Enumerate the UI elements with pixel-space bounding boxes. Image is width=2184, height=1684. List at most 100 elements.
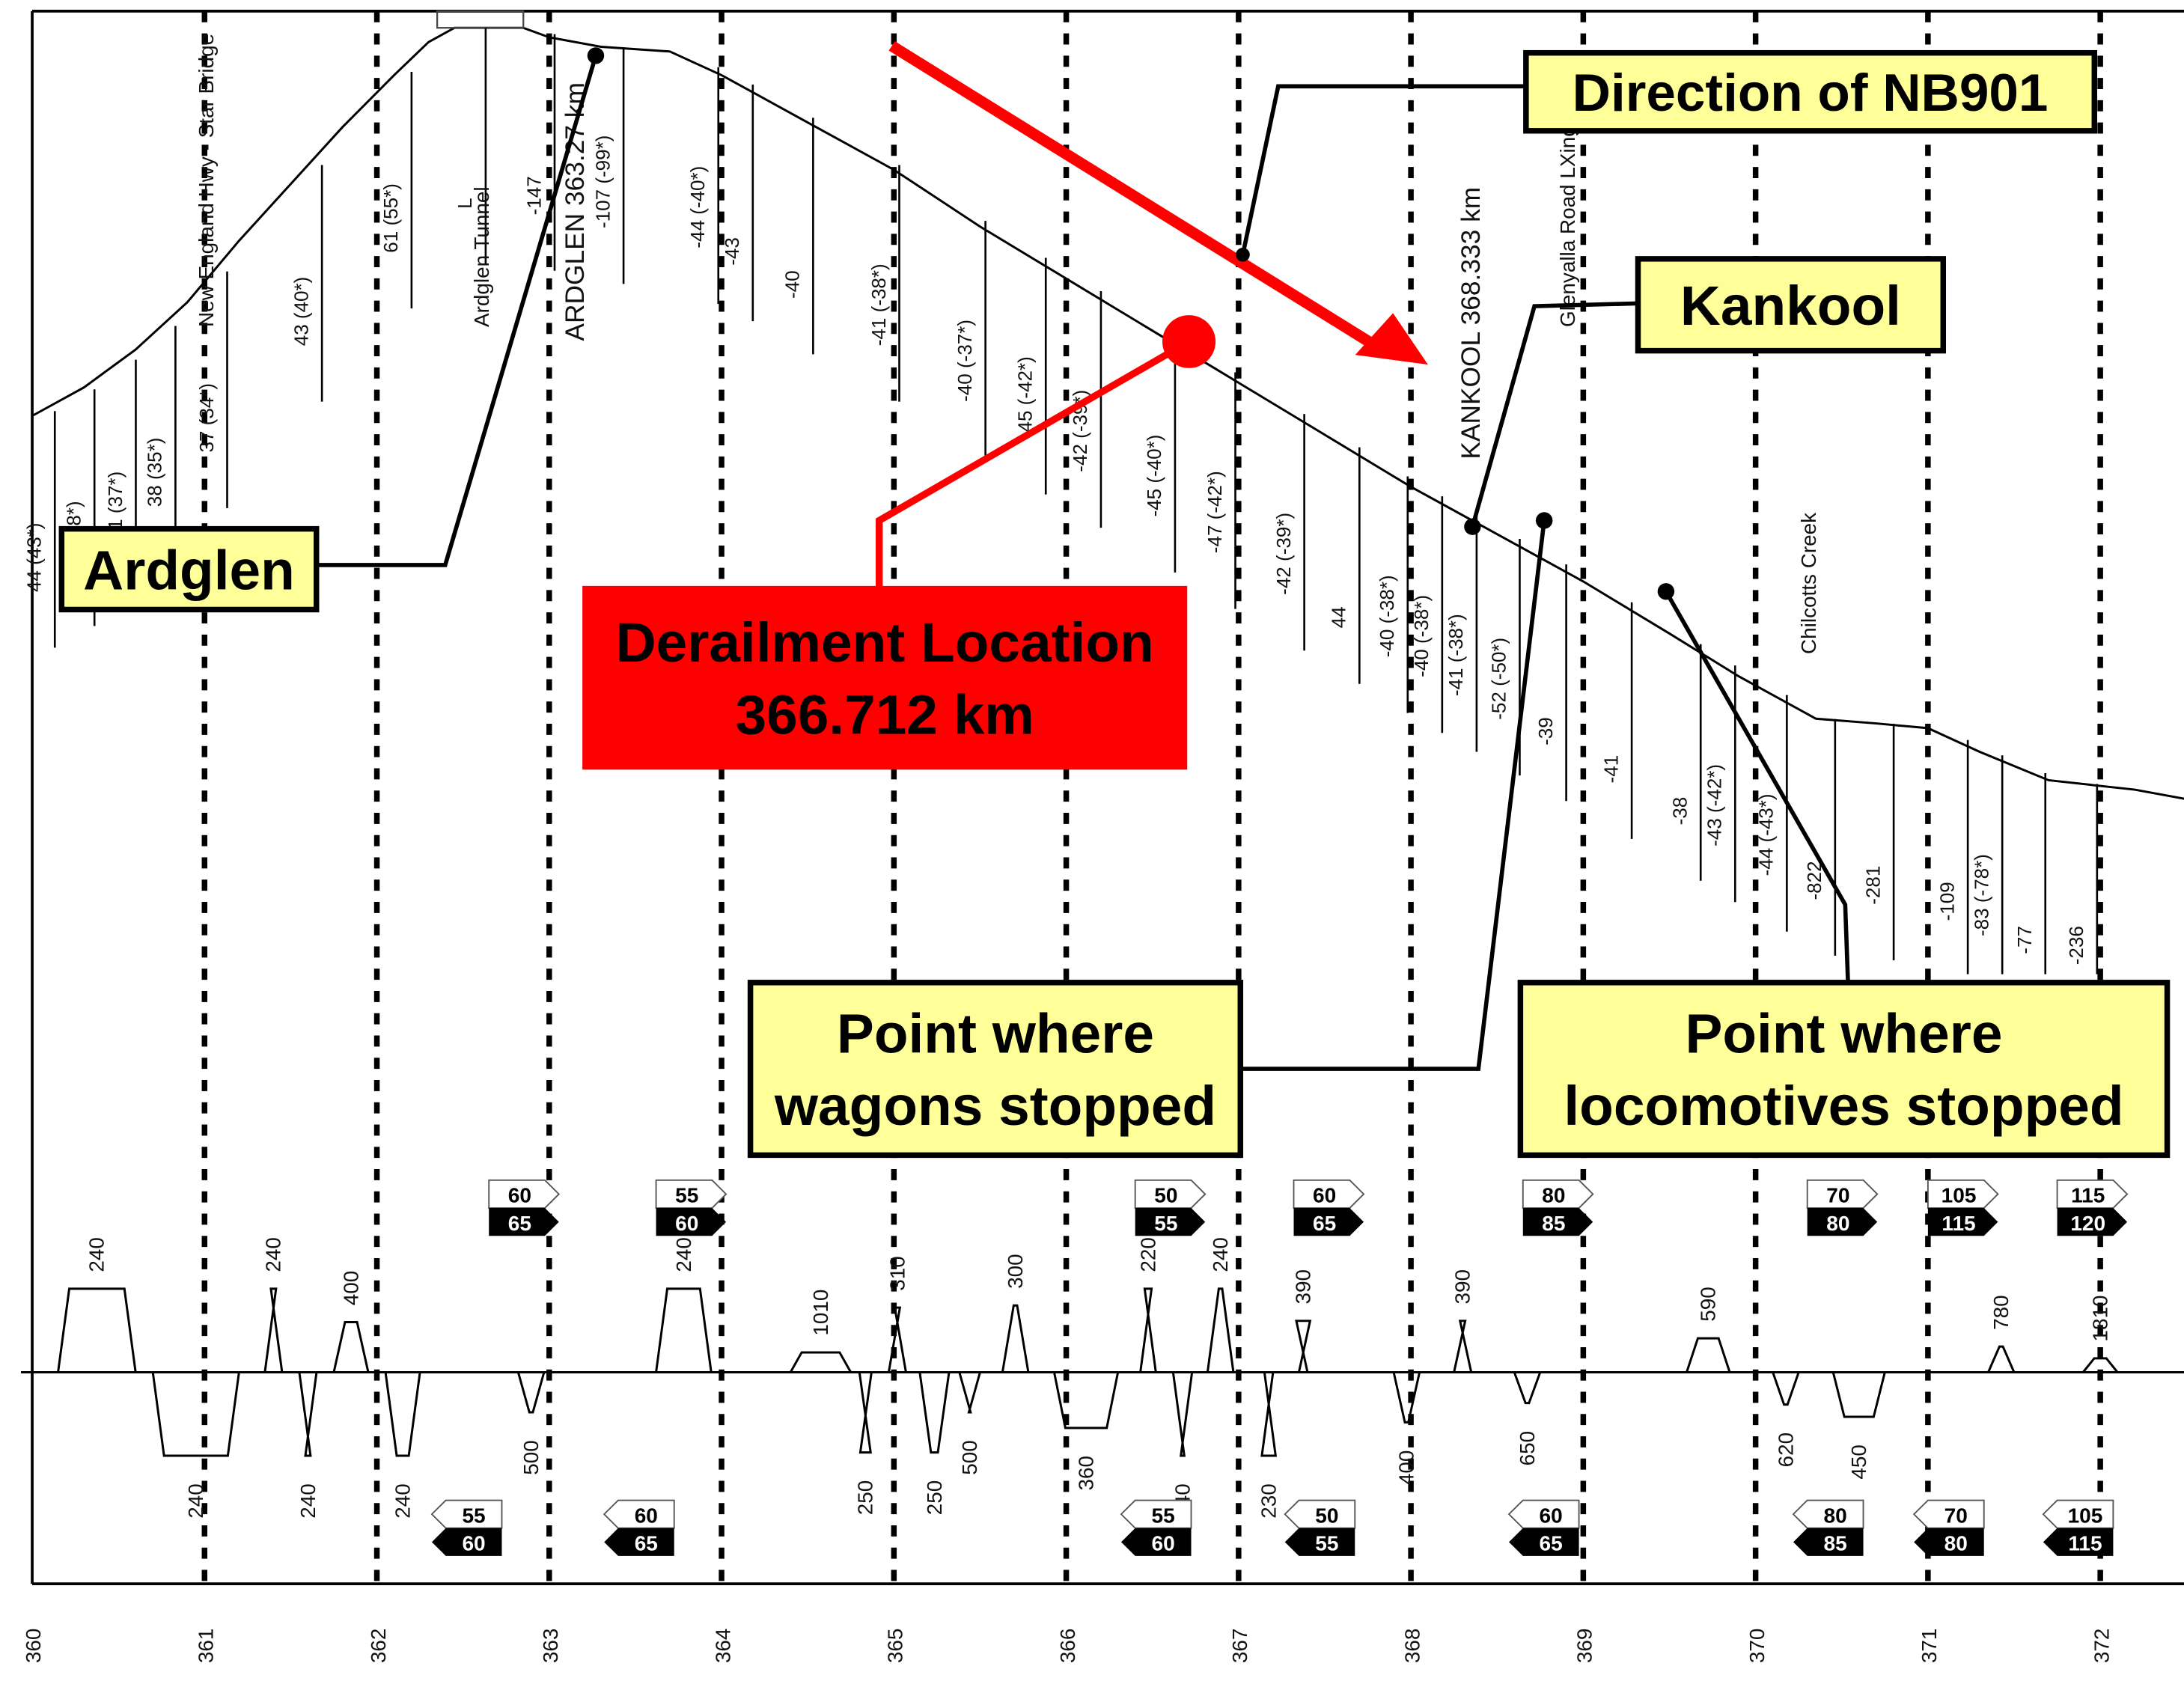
gradient-label: -38 [1668,797,1691,826]
speed-limit-top: 60 [508,1184,531,1207]
curve-radius-label: 500 [958,1440,981,1475]
gradient-label: -44 (-40*) [686,166,709,248]
speed-board-up: 5055 [1134,1179,1207,1236]
gradient-label: -44 (-43*) [1755,793,1778,876]
locos-leader [1664,590,1850,983]
speed-board-up: 8085 [1522,1179,1594,1236]
speed-board-down: 6065 [603,1499,675,1556]
speed-limit-bottom: 85 [1824,1532,1847,1555]
speed-board-down: 7080 [1912,1499,1985,1556]
wagons-stopped-dot [1535,512,1553,529]
speed-limit-top: 115 [2071,1184,2105,1207]
direction-dot [1236,247,1250,262]
wagons-stopped-callout-text: wagons stopped [774,1074,1216,1137]
curve-radius-label: 240 [85,1237,109,1272]
derailment-marker [1162,315,1216,368]
gradient-label: -109 [1936,882,1958,921]
km-tick-label: 370 [1745,1629,1769,1664]
speed-limit-bottom: 80 [1826,1212,1849,1235]
curve-radius-label: 500 [519,1440,543,1475]
kankool-dot [1464,518,1481,535]
curve-radius-label: 240 [672,1237,695,1272]
speed-limit-top: 70 [1944,1504,1968,1527]
gradient-label: -41 (-38*) [1445,614,1467,696]
ardglen-callout: Ardglen [58,525,320,613]
curve-radius-label: 780 [1989,1295,2013,1330]
km-tick-label: 363 [539,1629,562,1664]
curve-radius-label: 250 [923,1480,946,1516]
gradient-label: -40 (-37*) [954,320,976,402]
speed-board-up: 7080 [1806,1179,1879,1236]
curve-radius-label: 220 [1136,1237,1159,1272]
speed-limit-bottom: 65 [508,1212,531,1235]
location-label: KANKOOL 368.333 km [1456,187,1486,460]
gradient-label: -43 [721,237,743,266]
km-tick-label: 365 [883,1629,906,1664]
direction-callout: Direction of NB901 [1523,49,2098,134]
locos-stopped-callout: Point where locomotives stopped [1517,980,2171,1159]
gradient-label: -52 (-50*) [1488,638,1510,720]
speed-limit-bottom: 65 [635,1532,658,1555]
curve-radius-label: 310 [885,1256,909,1291]
speed-limit-bottom: 65 [1540,1532,1563,1555]
curve-radius-label: 240 [262,1237,285,1272]
km-tick-label: 364 [711,1629,734,1664]
curve-radius-label: 620 [1774,1433,1797,1468]
speed-limit-bottom: 60 [462,1532,485,1555]
speed-limit-top: 50 [1315,1504,1338,1527]
speed-limit-top: 80 [1824,1504,1847,1527]
gradient-label: -41 (-38*) [867,263,890,346]
speed-limit-bottom: 65 [1313,1212,1336,1235]
gradient-labels: 44 (43*)42 (38*)41 (37*)38 (35*)37 (34*)… [22,28,2099,974]
speed-limit-bottom: 55 [1315,1532,1338,1555]
speed-limit-top: 60 [1313,1184,1336,1207]
km-tick-label: 369 [1573,1629,1596,1664]
curve-radius-label: 240 [1209,1237,1232,1272]
speed-limit-bottom: 115 [1941,1212,1975,1235]
speed-limit-bottom: 115 [2068,1532,2102,1555]
curve-radius-label: 300 [1004,1254,1027,1289]
km-tick-label: 372 [2090,1629,2113,1664]
speed-limit-top: 60 [1540,1504,1563,1527]
km-tick-label: 361 [194,1629,217,1664]
gradient-label: 44 [1328,606,1350,628]
gradient-label: -83 (-78*) [1970,854,1992,936]
gradient-label: -40 (-38*) [1376,575,1398,657]
speed-limit-bottom: 120 [2070,1212,2105,1235]
km-tick-label: 360 [22,1629,45,1664]
speed-limit-bottom: 60 [675,1212,698,1235]
gradient-label: -45 (-42*) [1013,356,1036,439]
location-label: Glenyalla Road LXing [1556,125,1579,327]
curvature-diagram: 240 240 240 240 400 240 500 240 1010 250 310 250 500… [21,1237,2184,1519]
wagons-stopped-callout-text: Point where [837,1002,1154,1065]
speed-limit-top: 55 [675,1184,698,1207]
km-axis-ticks: 360 361 362 363 364 365 366 367 368 369 370 371 372 [22,1629,2113,1664]
derailment-callout: Derailment Location 366.712 km [582,585,1188,770]
kankool-callout: Kankool [1635,256,1947,354]
track-profile-diagram: 44 (43*)42 (38*)41 (37*)38 (35*)37 (34*)… [21,10,2184,1664]
curve-radius-label: 650 [1516,1431,1539,1466]
speed-limit-bottom: 60 [1151,1532,1174,1555]
gradient-label: -40 (-38*) [1410,595,1433,677]
gradient-label: -77 [2013,926,2036,954]
location-label: New England Hwy - Star Bridge [195,34,218,327]
curve-radius-label: 360 [1074,1456,1097,1491]
speed-limit-top: 55 [1151,1504,1174,1527]
speed-board-up: 6065 [488,1179,561,1236]
gradient-label: -40 [781,270,804,299]
gradient-label: -236 [2065,926,2087,965]
speed-board-down: 6065 [1507,1499,1580,1556]
speed-board-down: 5560 [430,1499,503,1556]
km-tick-label: 367 [1228,1629,1251,1664]
wagons-stopped-callout: Point where wagons stopped [747,980,1244,1159]
curve-radius-label: 390 [1291,1269,1314,1305]
gradient-label: -42 (-39*) [1272,513,1295,595]
speed-board-up: 6065 [1293,1179,1365,1236]
gradient-label: 44 (43*) [22,522,45,592]
gradient-label: -147 [522,176,545,215]
gradient-label: 38 (35*) [144,438,166,507]
speed-limit-top: 55 [462,1504,485,1527]
km-tick-label: 371 [1918,1629,1941,1664]
speed-limit-bottom: 85 [1542,1212,1565,1235]
curve-radius-label: 390 [1451,1269,1474,1305]
